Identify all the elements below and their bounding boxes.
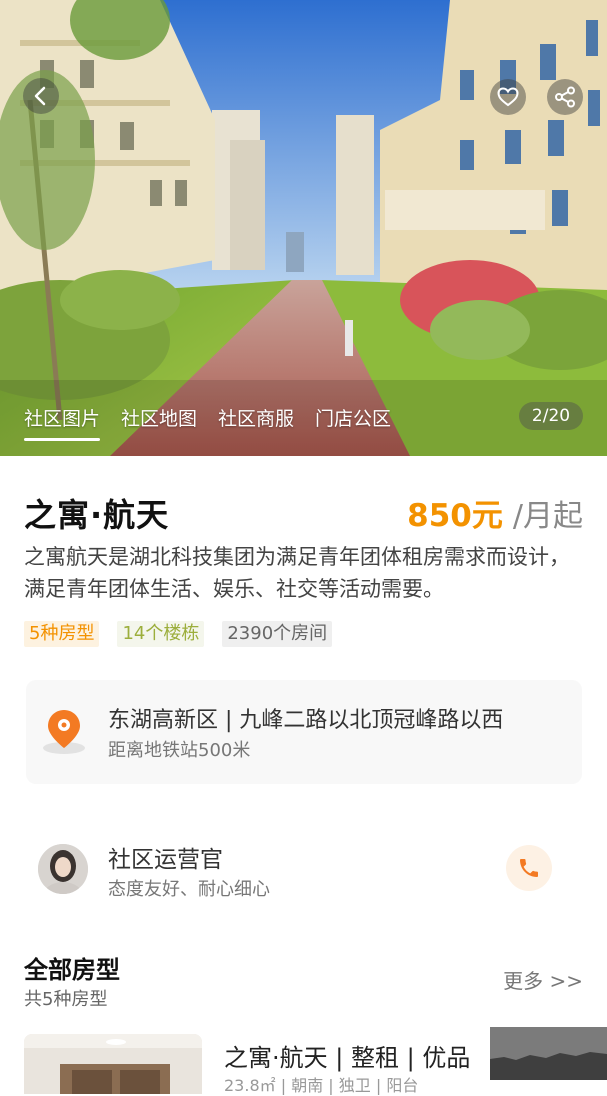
- room-photo: [24, 1034, 202, 1094]
- community-photo: [0, 0, 607, 456]
- share-icon: [555, 86, 575, 108]
- community-manager-card: 社区运营官 态度友好、耐心细心: [26, 830, 582, 906]
- tab-store-public-area[interactable]: 门店公区: [315, 404, 391, 441]
- tab-community-photos[interactable]: 社区图片: [24, 404, 101, 441]
- phone-icon: [520, 859, 538, 877]
- mountain-graphic: [490, 1027, 607, 1080]
- tag-room-types: 5种房型: [24, 621, 100, 647]
- chevron-left-icon: [34, 86, 46, 106]
- back-button[interactable]: [23, 78, 59, 114]
- call-button[interactable]: [506, 845, 552, 891]
- manager-title: 社区运营官: [108, 847, 223, 873]
- manager-subtitle: 态度友好、耐心细心: [108, 879, 270, 900]
- heart-icon: [497, 87, 519, 107]
- tab-community-map[interactable]: 社区地图: [121, 404, 197, 441]
- community-title: 之寓·航天: [24, 496, 170, 534]
- room-types-count: 共5种房型: [24, 989, 108, 1010]
- manager-avatar-image: [38, 844, 88, 894]
- tag-rooms: 2390个房间: [222, 621, 333, 647]
- address-text: 东湖高新区 | 九峰二路以北顶冠峰路以西: [108, 708, 504, 733]
- tag-list: 5种房型 14个楼栋 2390个房间: [24, 621, 350, 647]
- more-room-types-link[interactable]: 更多 >>: [503, 965, 583, 994]
- room-types-heading: 全部房型: [24, 956, 120, 984]
- tag-buildings: 14个楼栋: [117, 621, 205, 647]
- room-type-title[interactable]: 之寓·航天 | 整租 | 优品: [224, 1038, 470, 1073]
- room-type-details: 23.8㎡ | 朝南 | 独卫 | 阳台: [224, 1076, 419, 1095]
- room-thumbnail[interactable]: [24, 1034, 202, 1094]
- gallery-tabs: 社区图片 社区地图 社区商服 门店公区: [24, 404, 412, 441]
- share-button[interactable]: [547, 79, 583, 115]
- community-description: 之寓航天是湖北科技集团为满足青年团体租房需求而设计，满足青年团体生活、娱乐、社交…: [24, 545, 570, 601]
- price-unit: /月起: [512, 499, 583, 534]
- favorite-button[interactable]: [490, 79, 526, 115]
- location-card[interactable]: 东湖高新区 | 九峰二路以北顶冠峰路以西 距离地铁站500米: [26, 680, 582, 784]
- photo-counter: 2/20: [519, 402, 583, 430]
- price-amount: 850元: [407, 498, 503, 534]
- tab-community-business[interactable]: 社区商服: [218, 404, 294, 441]
- location-pin-icon: [43, 710, 85, 754]
- price: 850元 /月起: [407, 490, 583, 535]
- hero-gallery[interactable]: 社区图片 社区地图 社区商服 门店公区 2/20: [0, 0, 607, 456]
- avatar: [38, 844, 88, 894]
- floating-thumbnail: [490, 1027, 607, 1080]
- subway-distance: 距离地铁站500米: [108, 740, 251, 761]
